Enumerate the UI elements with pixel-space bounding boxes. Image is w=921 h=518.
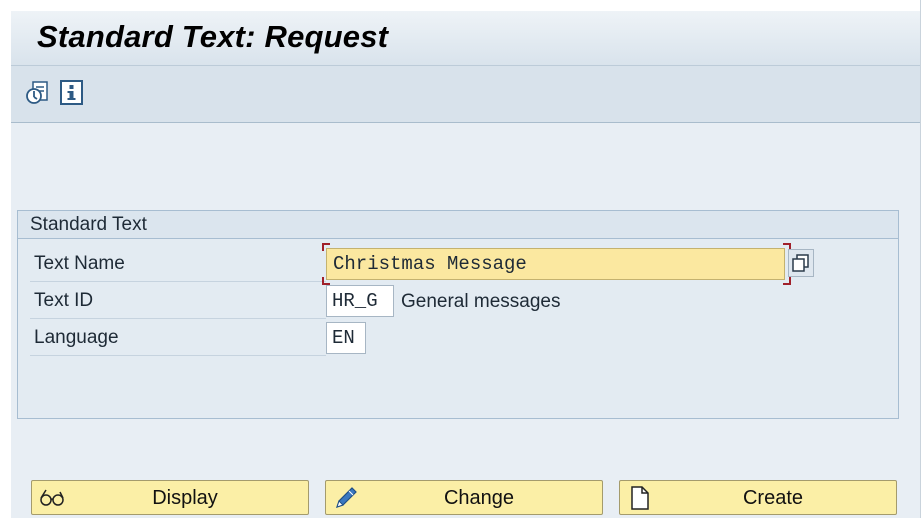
language-label: Language: [34, 327, 119, 348]
group-header: Standard Text: [18, 211, 898, 239]
group-title: Standard Text: [30, 214, 147, 235]
row-language: Language: [30, 319, 326, 356]
application-toolbar: [11, 66, 921, 123]
documentation-icon[interactable]: [24, 80, 50, 106]
change-button-label: Change: [443, 487, 515, 509]
text-id-input[interactable]: HR_G: [326, 285, 394, 317]
text-id-description: General messages: [401, 291, 561, 312]
page-title: Standard Text: Request: [37, 19, 389, 54]
text-id-label: Text ID: [34, 290, 94, 311]
display-button-label: Display: [152, 487, 218, 509]
main-content: Standard Text Text Name Christmas Messag…: [11, 123, 921, 518]
standard-text-group: Standard Text Text Name Christmas Messag…: [17, 210, 899, 419]
focus-corner-bottom-right: [783, 277, 791, 285]
glasses-icon: [38, 486, 64, 510]
row-text-name: Text Name: [30, 245, 326, 282]
display-button[interactable]: Display: [31, 480, 309, 515]
new-document-icon: [626, 486, 652, 510]
language-input[interactable]: EN: [326, 322, 366, 354]
info-icon[interactable]: [59, 80, 85, 106]
title-bar: Standard Text: Request: [11, 11, 921, 66]
value-help-button[interactable]: [788, 249, 814, 277]
text-name-input[interactable]: Christmas Message: [326, 248, 785, 280]
row-text-id: Text ID: [30, 282, 326, 319]
focus-corner-top-left: [322, 243, 330, 251]
create-button-label: Create: [742, 487, 804, 509]
change-button[interactable]: Change: [325, 480, 603, 515]
pencil-icon: [332, 486, 358, 510]
sap-window: Standard Text: Request Standard Text Tex…: [11, 11, 921, 518]
copy-icon: [792, 254, 809, 272]
create-button[interactable]: Create: [619, 480, 897, 515]
text-name-label: Text Name: [34, 253, 125, 274]
